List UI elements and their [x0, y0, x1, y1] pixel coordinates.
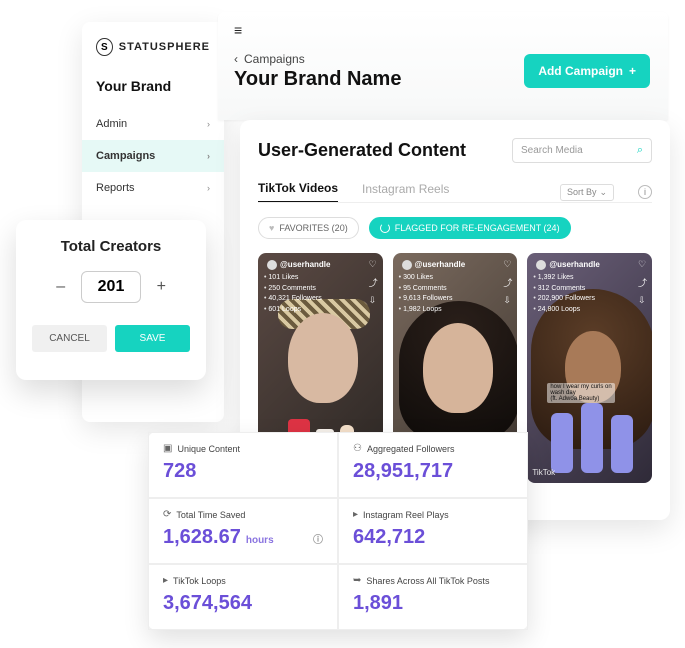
grid-icon: ▣: [163, 443, 172, 454]
card-overlay: @userhandle 1,392 Likes 312 Comments 202…: [533, 259, 599, 315]
logo-text: STATUSPHERE: [119, 41, 210, 53]
add-campaign-button[interactable]: Add Campaign +: [524, 54, 650, 88]
logo-icon: S: [96, 38, 113, 56]
chip-label: FLAGGED FOR RE-ENGAGEMENT (24): [395, 223, 560, 233]
share-icon[interactable]: ⤴: [638, 276, 647, 289]
logo: S STATUSPHERE: [82, 38, 224, 70]
chevron-down-icon: ⌄: [599, 187, 607, 198]
back-icon[interactable]: ‹: [234, 52, 238, 66]
play-icon: ▸: [353, 509, 358, 520]
media-card[interactable]: @userhandle 1,392 Likes 312 Comments 202…: [527, 253, 652, 483]
search-placeholder: Search Media: [521, 145, 583, 156]
stat-total-time-saved: ⟳Total Time Saved 1,628.67hoursⓘ: [148, 498, 338, 564]
breadcrumb-label: Campaigns: [244, 52, 305, 66]
heart-icon[interactable]: ♡: [638, 259, 647, 270]
chevron-right-icon: ›: [207, 119, 210, 129]
clock-icon: ⟳: [163, 509, 171, 520]
panel-title: User-Generated Content: [258, 140, 466, 161]
search-input[interactable]: Search Media ⌕: [512, 138, 652, 163]
search-icon: ⌕: [637, 144, 643, 157]
decrement-button[interactable]: –: [53, 278, 69, 296]
card-overlay: @userhandle 300 Likes 95 Comments 9,613 …: [399, 259, 465, 315]
sidebar-item-admin[interactable]: Admin ›: [82, 108, 224, 140]
download-icon[interactable]: ⇩: [503, 295, 512, 306]
heart-icon: ♥: [269, 223, 274, 233]
stat-shares: ➥Shares Across All TikTok Posts 1,891: [338, 564, 528, 630]
chevron-right-icon: ›: [207, 183, 210, 193]
share-icon[interactable]: ⤴: [369, 276, 378, 289]
add-campaign-label: Add Campaign: [538, 64, 623, 78]
avatar-icon: [536, 260, 546, 270]
tab-tiktok-videos[interactable]: TikTok Videos: [258, 181, 338, 203]
stats-panel: ▣Unique Content 728 ⚇Aggregated Follower…: [148, 432, 528, 630]
sidebar-item-campaigns[interactable]: Campaigns ›: [82, 140, 224, 172]
sidebar-item-label: Reports: [96, 182, 135, 194]
sort-label: Sort By: [567, 187, 597, 197]
tab-instagram-reels[interactable]: Instagram Reels: [362, 182, 449, 202]
download-icon[interactable]: ⇩: [369, 295, 378, 306]
modal-title: Total Creators: [32, 238, 190, 255]
stat-instagram-reel-plays: ▸Instagram Reel Plays 642,712: [338, 498, 528, 564]
quantity-stepper: – 201 +: [32, 271, 190, 303]
save-button[interactable]: SAVE: [115, 325, 190, 352]
stat-unique-content: ▣Unique Content 728: [148, 432, 338, 498]
card-actions: ♡ ⤴ ⇩: [369, 259, 378, 306]
card-actions: ♡ ⤴ ⇩: [638, 259, 647, 306]
platform-badge: TikTok: [532, 468, 555, 477]
sort-dropdown[interactable]: Sort By ⌄: [560, 184, 614, 201]
chip-flagged[interactable]: FLAGGED FOR RE-ENGAGEMENT (24): [369, 217, 571, 239]
share-icon[interactable]: ⤴: [503, 276, 512, 289]
stat-tiktok-loops: ▸TikTok Loops 3,674,564: [148, 564, 338, 630]
people-icon: ⚇: [353, 443, 362, 454]
info-icon[interactable]: ⓘ: [313, 531, 323, 546]
page-header: ≡ ‹ Campaigns Your Brand Name Add Campai…: [218, 12, 668, 120]
stat-aggregated-followers: ⚇Aggregated Followers 28,951,717: [338, 432, 528, 498]
heart-icon[interactable]: ♡: [369, 259, 378, 270]
info-icon[interactable]: i: [638, 185, 652, 199]
cancel-button[interactable]: CANCEL: [32, 325, 107, 352]
heart-icon[interactable]: ♡: [503, 259, 512, 270]
sidebar-item-label: Campaigns: [96, 150, 155, 162]
stepper-value[interactable]: 201: [81, 271, 142, 303]
avatar-icon: [267, 260, 277, 270]
menu-icon[interactable]: ≡: [234, 22, 652, 38]
total-creators-modal: Total Creators – 201 + CANCEL SAVE: [16, 220, 206, 380]
sidebar-brand-title: Your Brand: [82, 70, 224, 108]
chip-favorites[interactable]: ♥ FAVORITES (20): [258, 217, 359, 239]
download-icon[interactable]: ⇩: [638, 295, 647, 306]
chip-label: FAVORITES (20): [279, 223, 347, 233]
play-icon: ▸: [163, 575, 168, 586]
sidebar-item-label: Admin: [96, 118, 127, 130]
chevron-right-icon: ›: [207, 151, 210, 161]
video-caption: how I wear my curls on wash day (ft. Adw…: [547, 383, 614, 403]
share-icon: ➥: [353, 575, 361, 586]
card-overlay: @userhandle 101 Likes 250 Comments 40,32…: [264, 259, 330, 315]
card-actions: ♡ ⤴ ⇩: [503, 259, 512, 306]
plus-icon: +: [629, 64, 636, 78]
refresh-icon: [380, 223, 390, 233]
increment-button[interactable]: +: [153, 278, 169, 296]
avatar-icon: [402, 260, 412, 270]
sidebar-item-reports[interactable]: Reports ›: [82, 172, 224, 204]
